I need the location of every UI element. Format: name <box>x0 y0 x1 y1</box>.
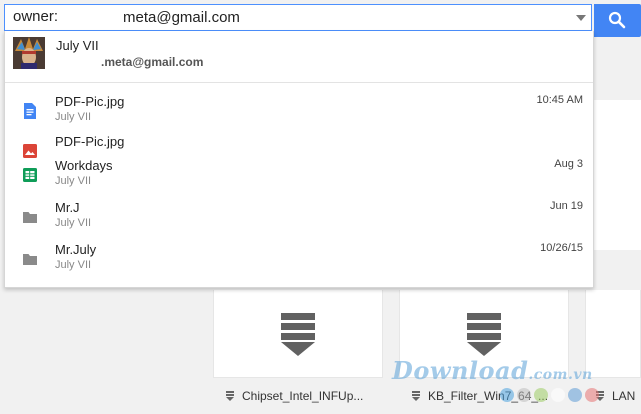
file-caption[interactable]: LAN <box>596 386 641 406</box>
divider <box>5 82 593 83</box>
suggestion-owner: July VII <box>55 175 92 187</box>
suggestion-date: 10/26/15 <box>540 242 583 254</box>
file-name: Chipset_Intel_INFUp... <box>242 389 364 403</box>
download-icon <box>412 390 420 402</box>
suggestion-date: Aug 3 <box>554 158 583 170</box>
file-thumbnail[interactable] <box>399 290 569 378</box>
file-caption[interactable]: Chipset_Intel_INFUp... <box>226 386 386 406</box>
download-icon <box>281 311 315 357</box>
search-icon <box>608 11 626 29</box>
google-sheets-icon <box>23 168 37 182</box>
suggestion-owner: July VII <box>55 111 92 123</box>
suggestion-title: PDF-Pic.jpg <box>55 94 125 109</box>
suggestion-title: Mr.July <box>55 242 97 257</box>
google-docs-icon <box>24 103 36 119</box>
suggestion-date: 10:45 AM <box>536 94 583 106</box>
search-input[interactable] <box>123 7 543 27</box>
avatar <box>13 37 45 69</box>
download-icon <box>467 311 501 357</box>
suggestion-title: Mr.J <box>55 200 80 215</box>
content-panel <box>594 100 641 250</box>
search-suggestions: July VII .meta@gmail.com PDF-Pic.jpg Jul… <box>4 31 594 288</box>
suggestion-item[interactable]: PDF-Pic.jpg July VII 10:45 AM <box>5 91 593 131</box>
file-name: LAN <box>612 389 636 403</box>
person-email: .meta@gmail.com <box>101 55 204 69</box>
person-suggestion[interactable]: July VII .meta@gmail.com <box>5 31 593 79</box>
folder-icon <box>23 212 37 223</box>
search-options-dropdown-icon[interactable] <box>576 15 586 21</box>
file-thumbnail[interactable] <box>585 290 641 378</box>
person-name: July VII <box>56 38 99 53</box>
suggestion-item[interactable]: Workdays July VII Aug 3 <box>5 155 593 195</box>
watermark-dots <box>500 388 599 402</box>
suggestion-title: Workdays <box>55 158 113 173</box>
suggestion-title: PDF-Pic.jpg <box>55 134 125 149</box>
suggestion-item[interactable]: Mr.J July VII Jun 19 <box>5 197 593 237</box>
file-thumbnail[interactable] <box>213 290 383 378</box>
download-icon <box>226 390 234 402</box>
suggestion-item[interactable]: Mr.July July VII 10/26/15 <box>5 239 593 279</box>
suggestion-owner: July VII <box>55 217 92 229</box>
folder-icon <box>23 254 37 265</box>
suggestion-date: Jun 19 <box>549 200 583 212</box>
search-bar[interactable]: owner: <box>4 4 592 31</box>
search-button[interactable] <box>594 4 641 37</box>
suggestion-owner: July VII <box>55 259 92 271</box>
search-operator: owner: <box>13 8 59 25</box>
